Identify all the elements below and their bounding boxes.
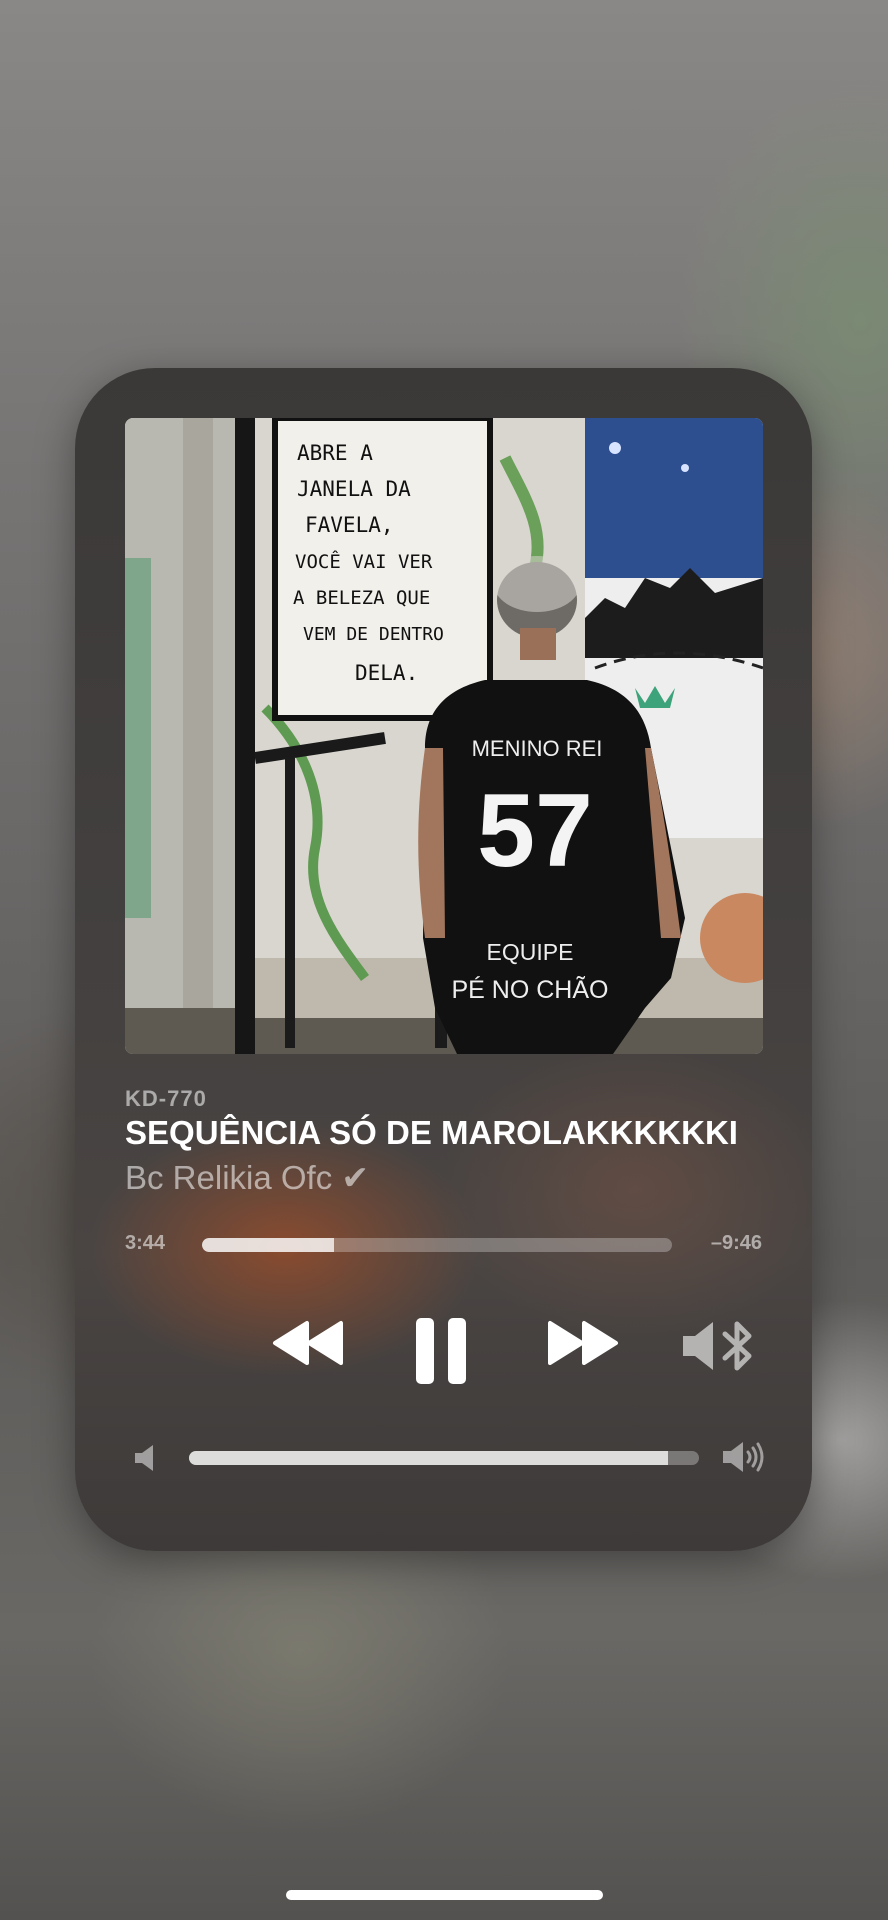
fast-forward-icon — [548, 1321, 618, 1365]
audio-route-button[interactable] — [681, 1318, 759, 1374]
jersey-top-text: MENINO REI — [472, 736, 603, 761]
home-indicator[interactable] — [286, 1890, 603, 1900]
album-artwork[interactable]: ABRE A JANELA DA FAVELA, VOCÊ VAI VER A … — [125, 418, 763, 1054]
remaining-time: –9:46 — [710, 1232, 762, 1254]
rewind-icon — [273, 1321, 343, 1365]
bluetooth-speaker-icon — [683, 1321, 752, 1371]
rewind-button[interactable] — [271, 1319, 345, 1367]
wall-text-line-6: VEM DE DENTRO — [303, 624, 444, 645]
wall-text-line-1: ABRE A — [297, 441, 373, 465]
wall-text-line-5: A BELEZA QUE — [293, 587, 430, 609]
wall-text-line-7: DELA. — [355, 661, 418, 685]
volume-slider[interactable] — [189, 1451, 699, 1465]
wall-text-line-4: VOCÊ VAI VER — [295, 550, 433, 573]
speaker-max-icon — [721, 1440, 767, 1474]
wall-text-line-2: JANELA DA — [297, 477, 411, 501]
pause-icon — [416, 1318, 466, 1384]
wall-text-line-3: FAVELA, — [305, 513, 394, 537]
jersey-bottom-text-1: EQUIPE — [487, 939, 574, 965]
artist-name: Bc Relikia Ofc ✔ — [125, 1159, 370, 1196]
jersey-bottom-text-2: PÉ NO CHÃO — [452, 975, 609, 1004]
playback-progress-slider[interactable] — [202, 1238, 672, 1252]
track-code-label: KD-770 — [125, 1086, 207, 1111]
volume-slider-fill — [189, 1451, 669, 1465]
playback-progress-fill — [202, 1238, 334, 1252]
elapsed-time: 3:44 — [125, 1232, 166, 1254]
pause-button[interactable] — [414, 1316, 470, 1388]
speaker-min-icon — [133, 1443, 157, 1473]
now-playing-card: ABRE A JANELA DA FAVELA, VOCÊ VAI VER A … — [75, 368, 812, 1551]
track-title: SEQUÊNCIA SÓ DE MAROLAKKKKKKI — [125, 1114, 738, 1151]
jersey-number: 57 — [477, 773, 593, 889]
fast-forward-button[interactable] — [546, 1319, 620, 1367]
